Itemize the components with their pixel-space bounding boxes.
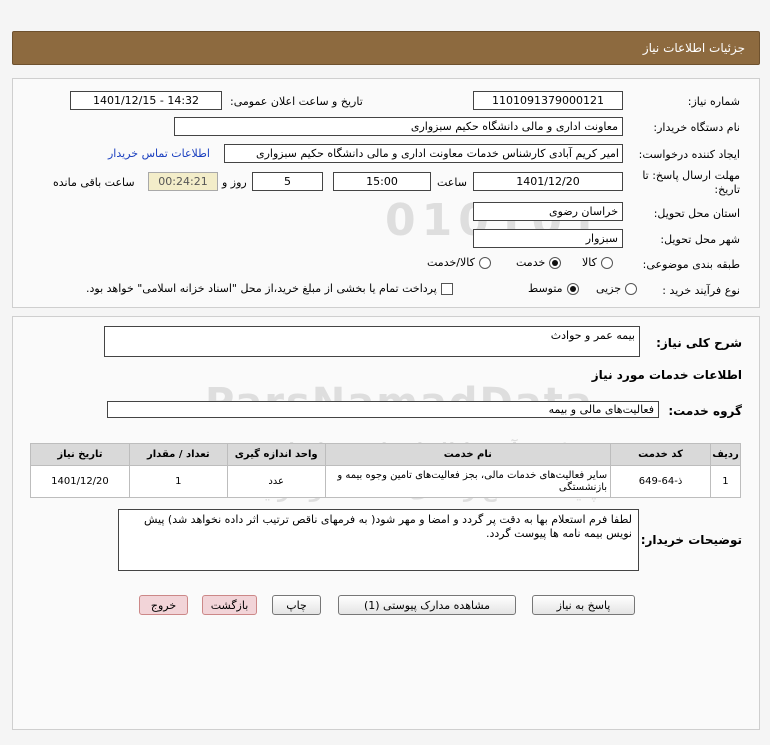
col-unit: واحد اندازه گیری	[226, 443, 326, 466]
remaining-timer: 00:24:21	[148, 172, 218, 191]
buyer-org-label: نام دستگاه خریدار:	[653, 121, 740, 134]
services-heading: اطلاعات خدمات مورد نیاز	[591, 368, 742, 382]
cell-service-name: سایر فعالیت‌های خدمات مالی، بجز فعالیت‌ه…	[324, 465, 612, 498]
page: جزئیات اطلاعات نیاز 010101 ParsNamadData…	[0, 0, 770, 745]
col-service-name: نام خدمت	[324, 443, 612, 466]
deadline-label-2: تاریخ:	[714, 183, 740, 196]
deadline-time-label: ساعت	[437, 176, 467, 189]
purchase-option-medium[interactable]: متوسط	[528, 282, 579, 295]
page-title: جزئیات اطلاعات نیاز	[642, 41, 745, 55]
buyer-org-field: معاونت اداری و مالی دانشگاه حکیم سبزواری	[174, 117, 623, 136]
col-row: ردیف	[709, 443, 742, 466]
print-button[interactable]: چاپ	[272, 595, 321, 615]
cell-service-code: ذ-64-649	[610, 465, 711, 498]
city-label: شهر محل تحویل:	[660, 233, 740, 246]
purchase-radio-medium[interactable]	[566, 282, 579, 295]
purchase-option-medium-label: متوسط	[528, 282, 563, 295]
creator-field: امیر کریم آبادی کارشناس خدمات معاونت ادا…	[224, 144, 623, 163]
city-field: سبزوار	[473, 229, 623, 248]
cell-quantity: 1	[128, 465, 228, 498]
services-table: تاریخ نیاز تعداد / مقدار واحد اندازه گیر…	[30, 443, 742, 498]
exit-button[interactable]: خروج	[139, 595, 188, 615]
treasury-payment-option[interactable]: پرداخت تمام یا بخشی از مبلغ خرید،از محل …	[86, 282, 453, 295]
province-field: خراسان رضوی	[473, 202, 623, 221]
purchase-type-label: نوع فرآیند خرید :	[662, 284, 740, 297]
days-field: 5	[252, 172, 323, 191]
page-title-bar: جزئیات اطلاعات نیاز	[12, 31, 760, 65]
table-header-row: تاریخ نیاز تعداد / مقدار واحد اندازه گیر…	[30, 443, 742, 466]
category-radio-goods-service[interactable]	[478, 256, 491, 269]
announce-label: تاریخ و ساعت اعلان عمومی:	[230, 95, 363, 108]
purchase-option-minor-label: جزیی	[596, 282, 622, 295]
category-radio-service[interactable]	[549, 256, 562, 269]
table-row: 1401/12/20 1 عدد سایر فعالیت‌های خدمات م…	[30, 465, 742, 498]
buyer-contact-link[interactable]: اطلاعات تماس خریدار	[108, 147, 210, 160]
purchase-option-minor[interactable]: جزیی	[596, 282, 638, 295]
reply-button[interactable]: پاسخ به نیاز	[532, 595, 635, 615]
treasury-payment-note: پرداخت تمام یا بخشی از مبلغ خرید،از محل …	[86, 282, 437, 295]
category-option-goods-service-label: کالا/خدمت	[427, 256, 475, 269]
days-label: روز و	[222, 176, 247, 189]
deadline-time-field: 15:00	[333, 172, 431, 191]
col-service-code: کد خدمت	[610, 443, 711, 466]
remaining-label: ساعت باقی مانده	[53, 176, 135, 189]
col-need-date: تاریخ نیاز	[30, 443, 130, 466]
treasury-payment-checkbox[interactable]	[440, 282, 453, 295]
service-group-label: گروه خدمت:	[668, 404, 742, 418]
need-number-field: 1101091379000121	[473, 91, 623, 110]
category-option-service[interactable]: خدمت	[516, 256, 562, 269]
announce-field: 1401/12/15 - 14:32	[70, 91, 222, 110]
category-option-goods-service[interactable]: کالا/خدمت	[427, 256, 491, 269]
category-option-goods-label: کالا	[582, 256, 597, 269]
creator-label: ایجاد کننده درخواست:	[638, 148, 740, 161]
summary-label: شرح کلی نیاز:	[656, 336, 742, 350]
back-button[interactable]: بازگشت	[202, 595, 257, 615]
need-info-panel	[12, 78, 760, 308]
province-label: استان محل تحویل:	[653, 207, 740, 220]
category-option-goods[interactable]: کالا	[582, 256, 613, 269]
buyer-notes-label: توضیحات خریدار:	[640, 533, 742, 547]
category-label: طبقه بندی موضوعی:	[642, 258, 740, 271]
purchase-radio-minor[interactable]	[625, 282, 638, 295]
col-quantity: تعداد / مقدار	[128, 443, 228, 466]
need-number-label: شماره نیاز:	[687, 95, 740, 108]
deadline-label-1: مهلت ارسال پاسخ: تا	[642, 169, 740, 182]
view-attachments-button[interactable]: مشاهده مدارک پیوستی (1)	[338, 595, 516, 615]
summary-field: بیمه عمر و حوادث	[104, 326, 640, 357]
category-radio-goods[interactable]	[600, 256, 613, 269]
deadline-date-field: 1401/12/20	[473, 172, 623, 191]
cell-row: 1	[709, 465, 742, 498]
service-group-field: فعالیت‌های مالی و بیمه	[107, 401, 659, 418]
buyer-notes-field: لطفا فرم استعلام بها به دقت پر گردد و ام…	[118, 509, 639, 571]
cell-need-date: 1401/12/20	[30, 465, 130, 498]
category-option-service-label: خدمت	[516, 256, 546, 269]
cell-unit: عدد	[226, 465, 326, 498]
